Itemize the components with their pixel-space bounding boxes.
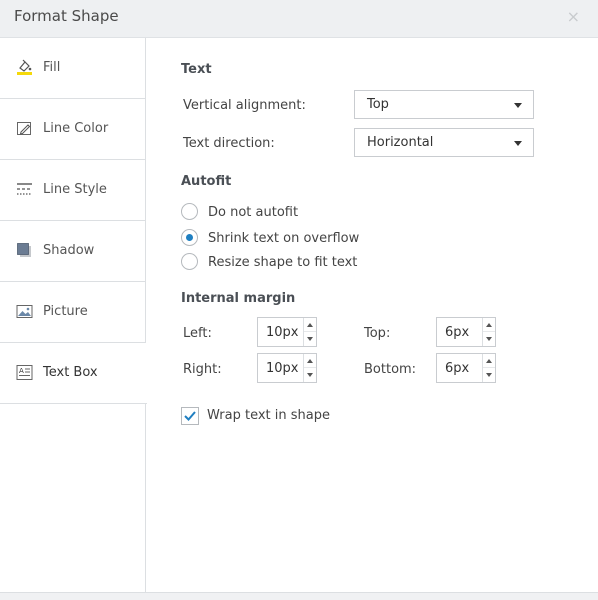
radio-do-not-autofit[interactable] [181,203,198,220]
sidebar-item-label: Fill [43,60,61,75]
decrement-arrow-icon[interactable] [483,368,495,382]
sidebar-item-label: Line Style [43,182,107,197]
wrap-text-checkbox[interactable] [181,407,199,425]
wrap-text-label: Wrap text in shape [207,408,330,423]
chevron-down-icon [514,141,522,146]
stepper-arrows [482,354,495,382]
stepper-arrows [303,354,316,382]
dialog-titlebar: Format Shape × [0,0,598,38]
sidebar-item-label: Shadow [43,243,95,258]
radio-label: Shrink text on overflow [208,231,360,246]
svg-text:A: A [19,367,24,375]
internal-margin-section-title: Internal margin [181,291,296,306]
radio-shrink-text-on-overflow[interactable] [181,229,198,246]
sidebar-item-shadow[interactable]: Shadow [0,221,146,282]
paint-bucket-icon [17,59,32,75]
right-margin-label: Right: [183,362,222,377]
pencil-icon [17,122,31,135]
text-direction-label: Text direction: [183,136,275,151]
increment-arrow-icon[interactable] [483,354,495,368]
dialog-footer [0,592,598,600]
stepper-arrows [303,318,316,346]
top-margin-stepper[interactable] [436,317,496,347]
autofit-section-title: Autofit [181,174,232,189]
vertical-alignment-label: Vertical alignment: [183,98,306,113]
right-margin-input[interactable] [258,354,304,382]
stepper-arrows [482,318,495,346]
top-margin-label: Top: [364,326,391,341]
increment-arrow-icon[interactable] [483,318,495,332]
close-icon[interactable]: × [567,7,580,26]
shadow-icon [17,243,31,257]
bottom-margin-label: Bottom: [364,362,417,377]
increment-arrow-icon[interactable] [304,318,316,332]
radio-resize-shape-to-fit-text[interactable] [181,253,198,270]
sidebar-item-label: Line Color [43,121,109,136]
sidebar-item-line-style[interactable]: Line Style [0,160,146,221]
text-direction-select[interactable]: Horizontal [354,128,534,157]
line-style-icon [17,183,32,195]
sidebar-item-fill[interactable]: Fill [0,38,146,99]
dialog-title: Format Shape [14,7,119,25]
vertical-alignment-select[interactable]: Top [354,90,534,119]
radio-label: Resize shape to fit text [208,255,358,270]
right-margin-stepper[interactable] [257,353,317,383]
format-panel: Text Vertical alignment: Top Text direct… [146,38,598,592]
text-box-icon: A [16,365,33,380]
sidebar-item-text-box[interactable]: A Text Box [0,343,147,404]
sidebar-item-label: Picture [43,304,88,319]
radio-label: Do not autofit [208,205,299,220]
picture-icon [16,305,33,318]
decrement-arrow-icon[interactable] [304,368,316,382]
vertical-alignment-value: Top [367,97,389,112]
sidebar-item-picture[interactable]: Picture [0,282,146,343]
top-margin-input[interactable] [437,318,483,346]
decrement-arrow-icon[interactable] [483,332,495,346]
sidebar-item-label: Text Box [43,365,98,380]
sidebar-item-line-color[interactable]: Line Color [0,99,146,160]
left-margin-stepper[interactable] [257,317,317,347]
left-margin-label: Left: [183,326,212,341]
increment-arrow-icon[interactable] [304,354,316,368]
left-margin-input[interactable] [258,318,304,346]
decrement-arrow-icon[interactable] [304,332,316,346]
sidebar: Fill Line Color Line Style Shadow Pictur… [0,38,147,592]
text-section-title: Text [181,62,212,77]
checkmark-icon [184,411,196,421]
bottom-margin-stepper[interactable] [436,353,496,383]
text-direction-value: Horizontal [367,135,434,150]
bottom-margin-input[interactable] [437,354,483,382]
chevron-down-icon [514,103,522,108]
